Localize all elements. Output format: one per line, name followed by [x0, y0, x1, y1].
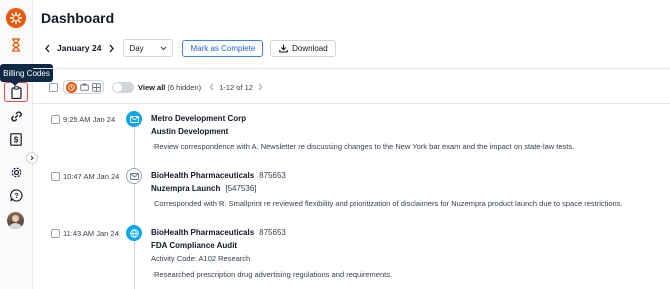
list-toolbar: View all (6 hidden) 1-12 of 12 [49, 78, 263, 96]
matter-name: Austin Development [151, 127, 229, 136]
clock-icon[interactable] [66, 81, 77, 93]
client-name: BioHealth Pharmaceuticals [151, 171, 255, 180]
entry-description: Researched prescription drug advertising… [154, 270, 393, 279]
svg-text:$: $ [14, 135, 19, 144]
entry-client: BioHealth Pharmaceuticals 875653 [151, 228, 286, 237]
timeline-line [134, 126, 135, 289]
pagination-label: 1-12 of 12 [219, 82, 253, 92]
entry-activity-code: Activity Code: A102 Research [151, 254, 251, 263]
chevron-down-icon [161, 46, 167, 50]
select-all-checkbox[interactable] [49, 82, 58, 92]
entry-matter: Nuzempra Launch [547536] [151, 184, 256, 193]
entry-checkbox[interactable] [51, 172, 60, 181]
entry-client: Metro Development Corp [151, 114, 246, 123]
mark-complete-button[interactable]: Mark as Complete [182, 39, 264, 57]
entry-time: 9:25 AM Jan 24 [63, 115, 116, 124]
current-date: January 24 [57, 43, 102, 53]
client-name: BioHealth Pharmaceuticals [151, 228, 255, 237]
entry-description: Review correspondence with A. Newsletter… [154, 142, 575, 151]
help-icon[interactable]: ? [6, 185, 26, 205]
billing-codes-tooltip: Billing Codes [0, 64, 53, 86]
matter-code: [547536] [225, 184, 257, 193]
header-divider [33, 68, 670, 69]
hidden-count: (6 hidden) [167, 82, 202, 92]
chevron-left-icon[interactable] [41, 41, 53, 55]
page-prev-icon[interactable] [209, 83, 215, 91]
view-all-label: View all [138, 82, 166, 92]
hourglass-icon[interactable] [6, 35, 26, 55]
entry-checkbox[interactable] [51, 115, 60, 124]
matter-name: FDA Compliance Audit [151, 241, 238, 250]
entry-matter: FDA Compliance Audit [151, 241, 237, 250]
logo-icon[interactable] [6, 8, 26, 28]
collapse-sidebar-button[interactable] [26, 152, 38, 164]
mail-outline-icon [126, 168, 142, 184]
chevron-right-icon[interactable] [105, 41, 117, 55]
svg-text:?: ? [14, 193, 18, 200]
date-controls: January 24 Day Mark as Complete Download [41, 38, 337, 58]
globe-icon [126, 225, 142, 241]
filter-icon-group [63, 80, 104, 94]
entry-client: BioHealth Pharmaceuticals 875653 [151, 171, 286, 180]
toolbar-divider [33, 103, 670, 104]
entry-matter: Austin Development [151, 127, 228, 136]
sidebar: Billing Codes $ ? [0, 0, 53, 289]
page-next-icon[interactable] [257, 83, 263, 91]
client-code: 875653 [259, 171, 286, 180]
dollar-icon[interactable]: $ [6, 129, 26, 149]
avatar[interactable] [7, 212, 24, 229]
download-label: Download [292, 43, 328, 53]
gear-icon[interactable] [6, 162, 26, 182]
view-period-select[interactable]: Day [123, 39, 174, 57]
view-period-value: Day [129, 43, 144, 53]
download-icon [279, 44, 288, 53]
entry-time: 10:47 AM Jan 24 [63, 172, 120, 181]
client-code: 875653 [259, 228, 286, 237]
link-icon[interactable] [6, 106, 26, 126]
entry-time: 11:43 AM Jan 24 [63, 229, 119, 238]
pagination: 1-12 of 12 [209, 83, 263, 92]
matter-name: Nuzempra Launch [151, 184, 221, 193]
view-all-toggle[interactable] [112, 81, 134, 93]
briefcase-icon[interactable] [80, 83, 89, 91]
mail-icon [126, 111, 142, 127]
download-button[interactable]: Download [270, 39, 337, 57]
entry-checkbox[interactable] [51, 229, 60, 238]
entry-description: Corresponded with R. Smallprint re revie… [154, 199, 623, 208]
client-name: Metro Development Corp [151, 114, 247, 123]
grid-icon[interactable] [92, 82, 101, 92]
page-title: Dashboard [41, 10, 115, 26]
